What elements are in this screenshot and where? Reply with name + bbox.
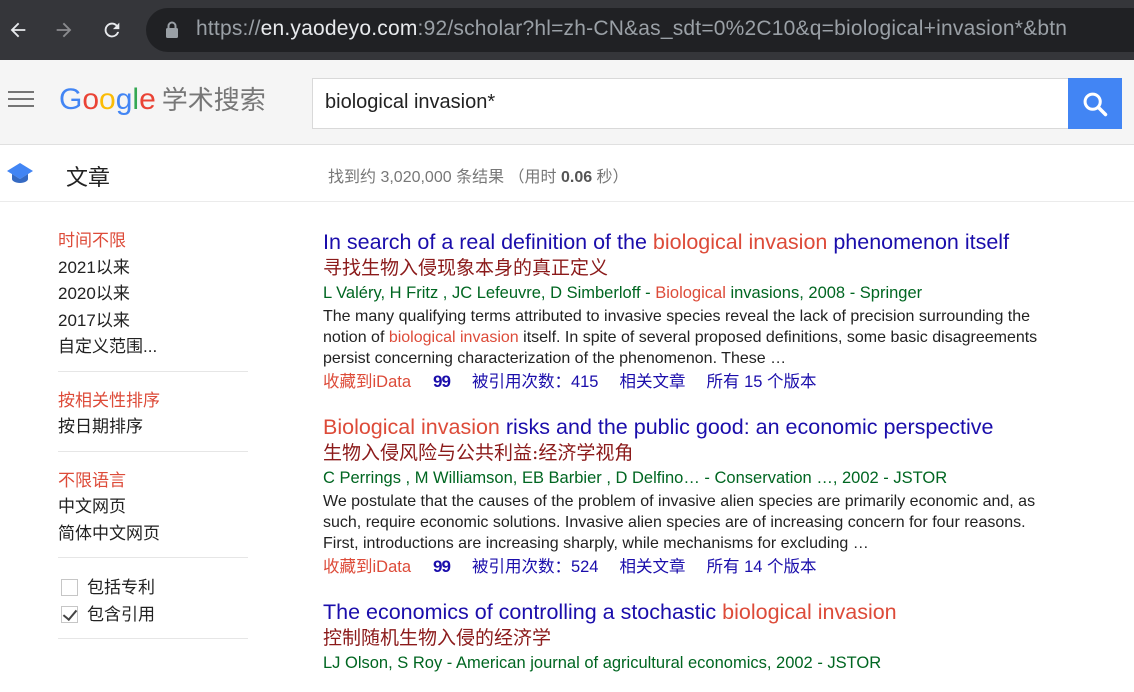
forward-arrow-icon[interactable] (46, 12, 82, 48)
result-title-link[interactable]: The economics of controlling a stochasti… (323, 598, 1083, 626)
sort-by-date[interactable]: 按日期排序 (58, 414, 248, 441)
cite-quote-icon[interactable]: 99 (433, 554, 451, 580)
filter-since-2021[interactable]: 2021以来 (58, 255, 248, 282)
result-item: Biological invasion risks and the public… (323, 413, 1083, 580)
save-to-idata-link[interactable]: 收藏到iData (323, 554, 411, 580)
filter-since-2020[interactable]: 2020以来 (58, 281, 248, 308)
result-authors-source: C Perrings , M Williamson, EB Barbier , … (323, 469, 948, 487)
url-text: https://en.yaodeyo.com:92/scholar?hl=zh-… (196, 17, 1068, 40)
cited-by-link[interactable]: 被引用次数：524 (472, 554, 599, 580)
all-versions-link[interactable]: 所有 15 个版本 (706, 369, 816, 395)
scholar-header: Google 学术搜索 (0, 60, 1134, 145)
browser-toolbar: https://en.yaodeyo.com:92/scholar?hl=zh-… (0, 0, 1134, 60)
filter-custom-range[interactable]: 自定义范围... (58, 334, 248, 361)
result-title-link[interactable]: In search of a real definition of the bi… (323, 228, 1083, 256)
results-subheader: 文章 找到约 3,020,000 条结果 （用时 0.06 秒） (0, 145, 1134, 202)
related-articles-link[interactable]: 相关文章 (619, 369, 685, 395)
result-item: In search of a real definition of the bi… (323, 228, 1083, 395)
patents-checkbox[interactable] (61, 579, 78, 596)
back-arrow-icon[interactable] (0, 12, 36, 48)
result-actions: 收藏到iData 99 被引用次数：415 相关文章 所有 15 个版本 (323, 369, 1083, 395)
language-group: 不限语言 中文网页 简体中文网页 (58, 468, 248, 558)
sort-by-relevance[interactable]: 按相关性排序 (58, 388, 248, 415)
result-title-translation: 生物入侵风险与公共利益:经济学视角 (323, 442, 634, 464)
address-bar[interactable]: https://en.yaodeyo.com:92/scholar?hl=zh-… (146, 8, 1134, 52)
result-authors-source: LJ Olson, S Roy - American journal of ag… (323, 654, 882, 672)
google-scholar-logo[interactable]: Google 学术搜索 (59, 80, 266, 117)
include-citations-option[interactable]: 包含引用 (58, 601, 248, 628)
result-title-translation: 寻找生物入侵现象本身的真正定义 (323, 257, 609, 279)
results-list: In search of a real definition of the bi… (323, 228, 1083, 692)
filter-sidebar: 时间不限 2021以来 2020以来 2017以来 自定义范围... 按相关性排… (58, 228, 248, 655)
lang-simplified-chinese-pages[interactable]: 简体中文网页 (58, 521, 248, 548)
search-box (312, 78, 1069, 129)
result-title-link[interactable]: Biological invasion risks and the public… (323, 413, 1083, 441)
citations-label: 包含引用 (87, 605, 155, 624)
hamburger-menu-icon[interactable] (8, 91, 34, 113)
reload-icon[interactable] (94, 12, 130, 48)
lock-icon (166, 21, 178, 38)
section-label-articles[interactable]: 文章 (66, 160, 110, 192)
result-snippet: We postulate that the causes of the prob… (323, 493, 1036, 552)
result-snippet: The many qualifying terms attributed to … (323, 308, 1038, 367)
cite-quote-icon[interactable]: 99 (433, 369, 451, 395)
cited-by-link[interactable]: 被引用次数：415 (472, 369, 599, 395)
all-versions-link[interactable]: 所有 14 个版本 (706, 554, 816, 580)
save-to-idata-link[interactable]: 收藏到iData (323, 369, 411, 395)
result-stats: 找到约 3,020,000 条结果 （用时 0.06 秒） (328, 169, 629, 186)
include-patents-option[interactable]: 包括专利 (58, 574, 248, 601)
search-icon (1083, 92, 1108, 116)
sort-group: 按相关性排序 按日期排序 (58, 388, 248, 452)
result-authors-source: L Valéry, H Fritz , JC Lefeuvre, D Simbe… (323, 284, 923, 302)
patents-label: 包括专利 (87, 578, 155, 597)
related-articles-link[interactable]: 相关文章 (619, 554, 685, 580)
filter-since-2017[interactable]: 2017以来 (58, 308, 248, 335)
include-group: 包括专利 包含引用 (58, 574, 248, 639)
lang-any[interactable]: 不限语言 (58, 468, 248, 495)
result-item: The economics of controlling a stochasti… (323, 598, 1083, 676)
result-actions: 收藏到iData 99 被引用次数：524 相关文章 所有 14 个版本 (323, 554, 1083, 580)
time-filter-group: 时间不限 2021以来 2020以来 2017以来 自定义范围... (58, 228, 248, 372)
search-input[interactable] (325, 91, 1025, 114)
search-button[interactable] (1068, 78, 1122, 129)
filter-any-time[interactable]: 时间不限 (58, 228, 248, 255)
graduation-cap-icon (7, 163, 33, 183)
result-title-translation: 控制随机生物入侵的经济学 (323, 627, 552, 649)
citations-checkbox[interactable] (61, 606, 78, 623)
lang-chinese-pages[interactable]: 中文网页 (58, 494, 248, 521)
